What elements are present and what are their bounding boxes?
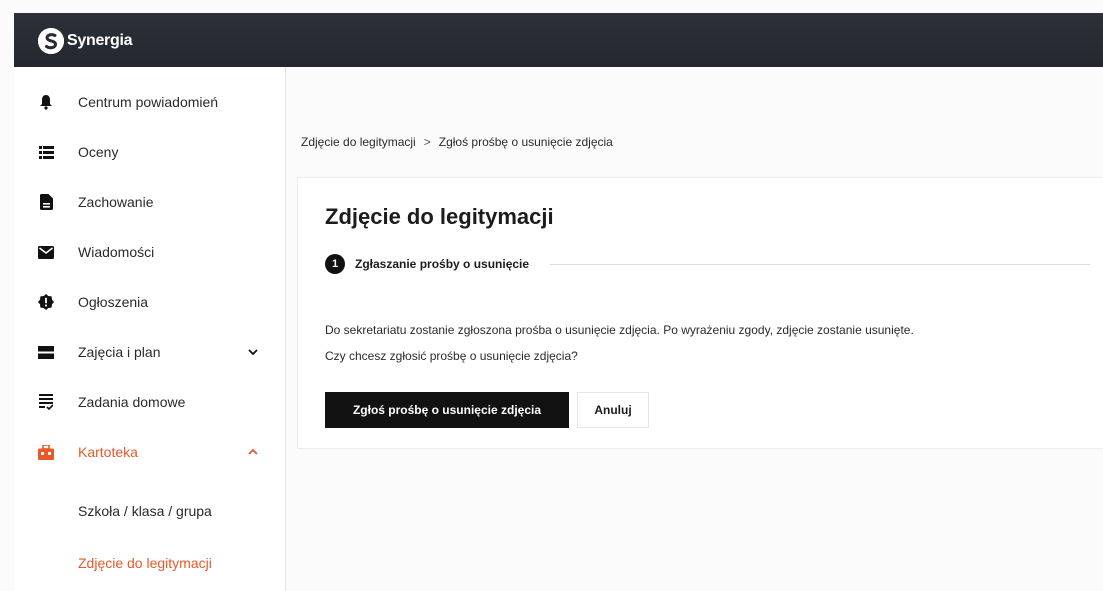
sidebar-item-label: Zachowanie <box>78 194 154 210</box>
sidebar-item-label: Zajęcia i plan <box>78 344 161 360</box>
sidebar-subitem-id-photo[interactable]: Zdjęcie do legitymacji <box>14 541 286 585</box>
sidebar-item-records[interactable]: Kartoteka <box>14 427 286 477</box>
envelope-icon <box>38 244 54 260</box>
breadcrumb: Zdjęcie do legitymacji > Zgłoś prośbę o … <box>301 135 613 149</box>
sidebar-item-grades[interactable]: Oceny <box>14 127 286 177</box>
sidebar-item-label: Centrum powiadomień <box>78 94 219 110</box>
homework-icon <box>38 394 54 410</box>
breadcrumb-current: Zgłoś prośbę o usunięcie zdjęcia <box>438 135 613 149</box>
step-number: 1 <box>325 254 345 274</box>
description-text: Do sekretariatu zostanie zgłoszona prośb… <box>325 323 914 337</box>
document-icon <box>38 194 54 210</box>
sidebar-item-label: Wiadomości <box>78 244 155 260</box>
confirmation-question: Czy chcesz zgłosić prośbę o usunięcie zd… <box>325 349 578 363</box>
main-content: Zdjęcie do legitymacji > Zgłoś prośbę o … <box>287 67 1103 591</box>
list-icon <box>38 144 54 160</box>
sidebar-subitem-school-class-group[interactable]: Szkoła / klasa / grupa <box>14 489 286 533</box>
sidebar-subitem-label: Zdjęcie do legitymacji <box>78 555 212 571</box>
sidebar-item-messages[interactable]: Wiadomości <box>14 227 286 277</box>
breadcrumb-parent-link[interactable]: Zdjęcie do legitymacji <box>301 135 416 149</box>
step-divider <box>550 264 1090 265</box>
sidebar-item-label: Zadania domowe <box>78 394 186 410</box>
page-title: Zdjęcie do legitymacji <box>325 204 554 229</box>
sidebar-item-label: Kartoteka <box>78 444 138 460</box>
top-bar: Synergia <box>14 13 1103 67</box>
breadcrumb-separator: > <box>423 135 431 149</box>
cancel-button[interactable]: Anuluj <box>577 392 649 428</box>
sidebar-item-label: Ogłoszenia <box>78 294 149 310</box>
chevron-up-icon[interactable] <box>246 445 260 459</box>
sidebar-item-behavior[interactable]: Zachowanie <box>14 177 286 227</box>
schedule-icon <box>38 344 54 360</box>
sidebar-item-schedule[interactable]: Zajęcia i plan <box>14 327 286 377</box>
request-removal-button[interactable]: Zgłoś prośbę o usunięcie zdjęcia <box>325 392 569 428</box>
sidebar: Centrum powiadomień Oceny Zachowanie Wia… <box>14 67 286 591</box>
sidebar-item-notifications[interactable]: Centrum powiadomień <box>14 77 286 127</box>
step-indicator: 1 Zgłaszanie prośby o usunięcie <box>325 254 529 274</box>
chevron-down-icon[interactable] <box>246 345 260 359</box>
sidebar-item-announcements[interactable]: Ogłoszenia <box>14 277 286 327</box>
app-logo[interactable]: Synergia <box>38 26 132 56</box>
synergia-logo-icon <box>38 28 64 54</box>
logo-text: Synergia <box>67 32 133 49</box>
bell-icon <box>38 94 54 110</box>
sidebar-item-homework[interactable]: Zadania domowe <box>14 377 286 427</box>
step-label: Zgłaszanie prośby o usunięcie <box>355 257 530 271</box>
sidebar-subitem-label: Szkoła / klasa / grupa <box>78 503 212 519</box>
briefcase-icon <box>38 444 54 460</box>
sidebar-item-label: Oceny <box>78 144 119 160</box>
photo-removal-card: Zdjęcie do legitymacji 1 Zgłaszanie proś… <box>297 177 1103 449</box>
alert-badge-icon <box>38 294 54 310</box>
